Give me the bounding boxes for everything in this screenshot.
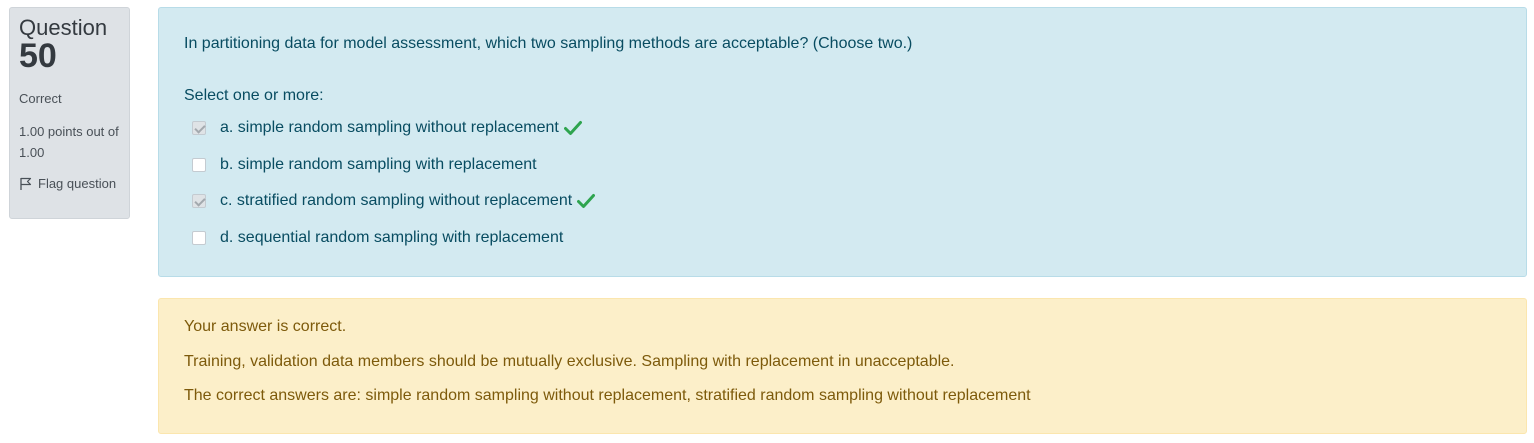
answer-label-a: a. simple random sampling without replac…	[220, 119, 559, 136]
question-grade: 1.00 points out of 1.00	[19, 124, 119, 160]
answer-checkbox-c[interactable]	[192, 194, 206, 208]
feedback-result: Your answer is correct.	[184, 318, 347, 335]
correct-tick-icon	[577, 193, 596, 209]
answer-checkbox-d[interactable]	[192, 231, 206, 245]
flag-icon	[19, 176, 32, 197]
question-text: In partitioning data for model assessmen…	[184, 35, 913, 52]
answer-option-c[interactable]: c. stratified random sampling without re…	[192, 190, 596, 212]
feedback-general: Training, validation data members should…	[184, 353, 955, 370]
answer-option-b[interactable]: b. simple random sampling with replaceme…	[192, 154, 537, 176]
feedback-right-answer: The correct answers are: simple random s…	[184, 387, 1031, 404]
question-number: 50	[19, 37, 57, 75]
answer-checkbox-b[interactable]	[192, 158, 206, 172]
answer-option-a[interactable]: a. simple random sampling without replac…	[192, 117, 582, 139]
answer-label-c: c. stratified random sampling without re…	[220, 192, 573, 209]
question-state: Correct	[19, 91, 62, 106]
answer-option-d[interactable]: d. sequential random sampling with repla…	[192, 227, 563, 249]
answer-label-b: b. simple random sampling with replaceme…	[220, 156, 537, 173]
question-info-panel: Question 50 Correct 1.00 points out of 1…	[9, 7, 130, 219]
answer-prompt: Select one or more:	[184, 87, 324, 104]
correct-tick-icon	[563, 120, 582, 136]
question-formulation: In partitioning data for model assessmen…	[158, 7, 1527, 277]
feedback-panel: Your answer is correct. Training, valida…	[158, 298, 1527, 434]
answer-label-d: d. sequential random sampling with repla…	[220, 229, 564, 246]
flag-question-label: Flag question	[38, 176, 117, 191]
answer-checkbox-a[interactable]	[192, 121, 206, 135]
flag-question-link[interactable]: Flag question	[19, 173, 120, 197]
